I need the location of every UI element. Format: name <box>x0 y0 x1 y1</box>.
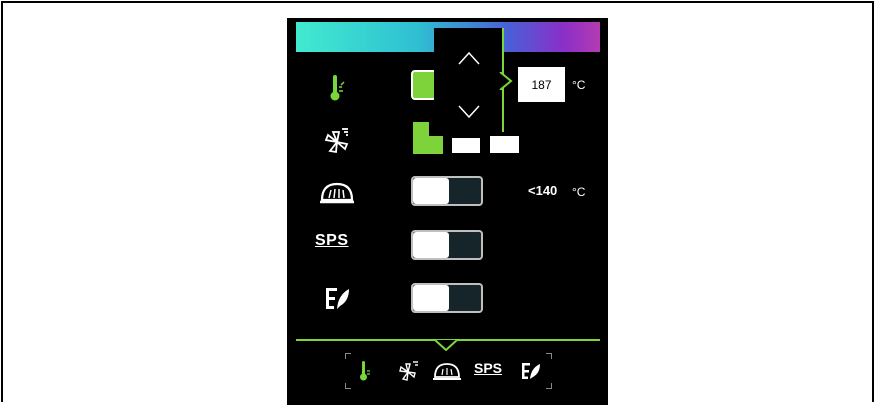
core-probe-unit: °C <box>572 185 586 199</box>
chevron-down-icon[interactable] <box>458 105 480 119</box>
nav-corner <box>546 383 552 389</box>
nav-corner <box>345 353 351 359</box>
popup-pointer <box>499 72 513 90</box>
toggle-knob <box>413 178 449 204</box>
nav-eco-leaf-icon[interactable] <box>518 359 544 383</box>
sps-icon[interactable]: SPS <box>315 229 359 261</box>
fan-speed-level-2[interactable] <box>452 138 480 153</box>
fan-speed-level-3[interactable] <box>490 136 519 153</box>
chevron-up-icon[interactable] <box>458 51 480 65</box>
sps-toggle[interactable] <box>411 230 483 260</box>
core-probe-value: <140 <box>528 183 558 198</box>
fan-speed-level-1-step <box>429 136 443 154</box>
thermometer-icon[interactable] <box>318 72 356 104</box>
nav-thermometer-icon[interactable] <box>356 359 376 383</box>
eco-toggle[interactable] <box>411 283 483 313</box>
toggle-knob <box>413 232 449 258</box>
nav-corner <box>546 353 552 359</box>
toggle-knob <box>413 285 449 311</box>
nav-corner <box>345 383 351 389</box>
setpoint-value-field[interactable]: 187 <box>518 67 565 102</box>
nav-fan-icon[interactable] <box>396 359 422 383</box>
keep-warm-toggle[interactable] <box>411 176 483 206</box>
sps-label: SPS <box>315 232 349 249</box>
setpoint-unit: °C <box>572 78 586 92</box>
nav-cloche-icon[interactable] <box>432 359 462 383</box>
separator-notch <box>435 339 457 351</box>
fan-icon[interactable] <box>318 125 356 157</box>
fan-speed-level-1[interactable] <box>413 122 429 154</box>
cloche-icon[interactable] <box>318 176 356 208</box>
eco-leaf-icon[interactable] <box>318 283 356 315</box>
nav-sps-icon[interactable]: SPS <box>474 360 502 376</box>
